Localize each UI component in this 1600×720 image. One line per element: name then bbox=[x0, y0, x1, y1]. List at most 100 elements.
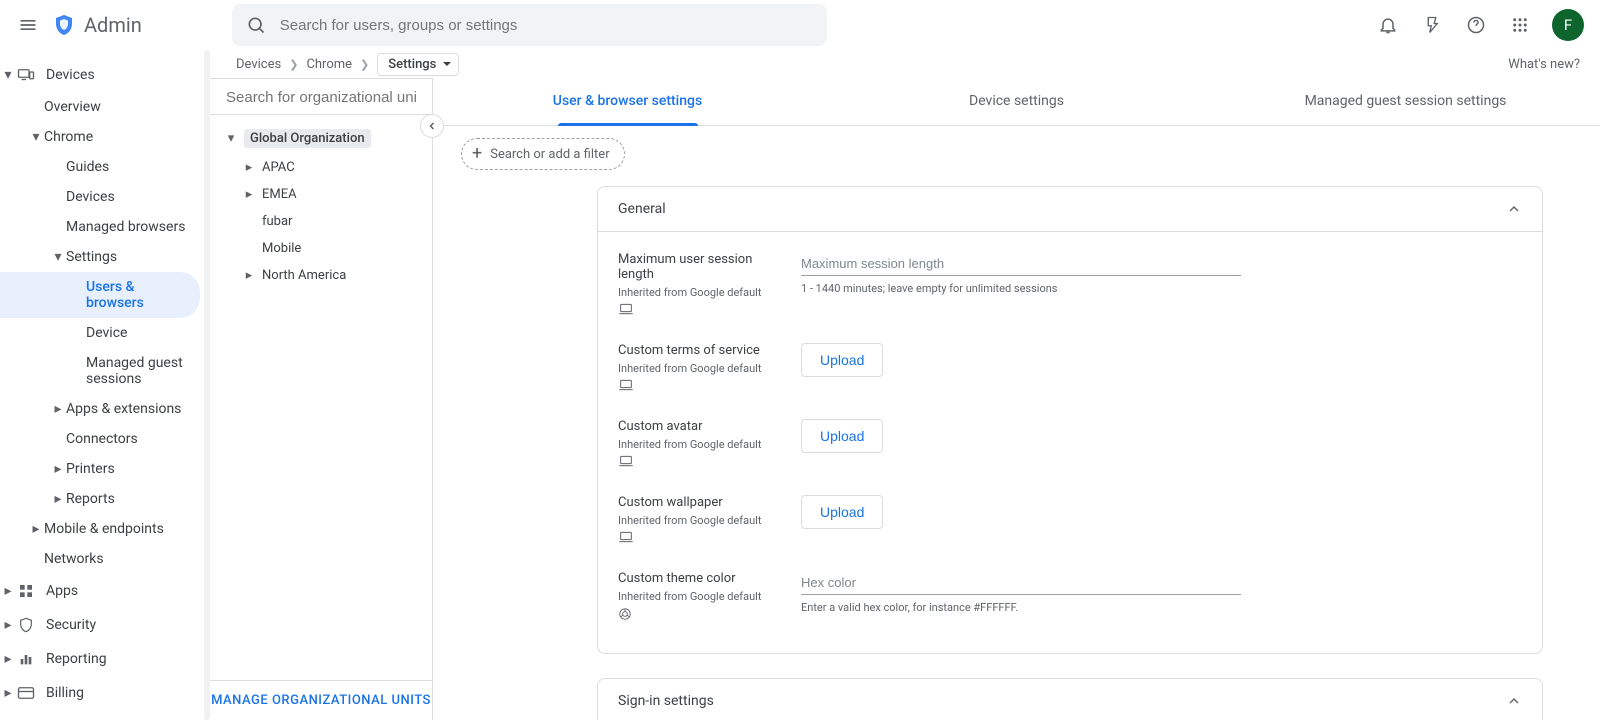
ou-search-input[interactable] bbox=[226, 89, 416, 106]
collapse-panel-button[interactable] bbox=[420, 114, 444, 138]
sidebar-item-chrome[interactable]: ▾Chrome bbox=[0, 122, 210, 152]
sidebar-item-apps-extensions[interactable]: ▸Apps & extensions bbox=[0, 394, 210, 424]
sidebar-item-reporting[interactable]: ▸ Reporting bbox=[0, 642, 210, 676]
sidebar-item-mobile-endpoints[interactable]: ▸Mobile & endpoints bbox=[0, 514, 210, 544]
help-icon[interactable] bbox=[1464, 13, 1488, 37]
search-input[interactable] bbox=[280, 17, 813, 34]
breadcrumb-link-chrome[interactable]: Chrome bbox=[306, 57, 352, 72]
breadcrumb-current[interactable]: Settings bbox=[377, 53, 459, 76]
chevron-up-icon bbox=[1506, 201, 1522, 217]
tab-managed-guest[interactable]: Managed guest session settings bbox=[1211, 78, 1600, 125]
theme-color-input[interactable] bbox=[801, 571, 1241, 595]
notifications-icon[interactable] bbox=[1376, 13, 1400, 37]
caret-down-icon: ▾ bbox=[30, 131, 42, 143]
ou-item-label: fubar bbox=[262, 214, 292, 229]
sidebar-item-managed-browsers[interactable]: Managed browsers bbox=[0, 212, 210, 242]
apps-launcher-icon[interactable] bbox=[1508, 13, 1532, 37]
ou-item-north-america[interactable]: ▸North America bbox=[210, 262, 432, 289]
admin-logo-icon bbox=[52, 13, 76, 37]
breadcrumb-link-devices[interactable]: Devices bbox=[236, 57, 281, 72]
sidebar-item-apps[interactable]: ▸Apps bbox=[0, 574, 210, 608]
setting-custom-wallpaper: Custom wallpaper Inherited from Google d… bbox=[598, 481, 1542, 557]
caret-down-icon: ▾ bbox=[222, 131, 240, 146]
ou-item-apac[interactable]: ▸APAC bbox=[210, 154, 432, 181]
signin-card-title: Sign-in settings bbox=[618, 693, 714, 709]
sidebar-item-label: Settings bbox=[66, 249, 117, 265]
sidebar-item-label: Chrome bbox=[44, 129, 93, 145]
sidebar-item-connectors[interactable]: Connectors bbox=[0, 424, 210, 454]
caret-right-icon: ▸ bbox=[52, 403, 64, 415]
sidebar-item-label: Connectors bbox=[66, 431, 138, 447]
user-avatar[interactable]: F bbox=[1552, 9, 1584, 41]
sidebar-item-guides[interactable]: Guides bbox=[0, 152, 210, 182]
add-filter-chip[interactable]: + Search or add a filter bbox=[461, 138, 625, 170]
sidebar-item-managed-guest-sessions[interactable]: Managed guest sessions bbox=[0, 348, 210, 394]
tos-upload-button[interactable]: Upload bbox=[801, 343, 883, 377]
ou-item-emea[interactable]: ▸EMEA bbox=[210, 181, 432, 208]
menu-icon[interactable] bbox=[16, 13, 40, 37]
chrome-icon bbox=[618, 607, 781, 621]
sidebar-item-reports[interactable]: ▸Reports bbox=[0, 484, 210, 514]
global-search[interactable] bbox=[232, 4, 827, 46]
sidebar-item-label: Overview bbox=[44, 99, 101, 115]
ou-item-label: APAC bbox=[262, 160, 295, 175]
caret-down-icon: ▾ bbox=[52, 251, 64, 263]
nav-sidebar: ▾DevicesOverview▾ChromeGuidesDevicesMana… bbox=[0, 50, 210, 720]
sidebar-item-users-browsers[interactable]: Users & browsers bbox=[0, 272, 200, 318]
sidebar-item-devices[interactable]: Devices bbox=[0, 182, 210, 212]
setting-title: Custom theme color bbox=[618, 571, 781, 586]
tasks-icon[interactable] bbox=[1420, 13, 1444, 37]
general-card-header[interactable]: General bbox=[598, 187, 1542, 232]
sidebar-item-printers[interactable]: ▸Printers bbox=[0, 454, 210, 484]
theme-color-help: Enter a valid hex color, for instance #F… bbox=[801, 601, 1522, 614]
ou-panel: ▾Global Organization▸APAC▸EMEAfubarMobil… bbox=[210, 78, 433, 720]
sidebar-item-devices[interactable]: ▾Devices bbox=[0, 58, 210, 92]
signin-card-header[interactable]: Sign-in settings bbox=[598, 679, 1542, 720]
sidebar-item-billing[interactable]: ▸Billing bbox=[0, 676, 210, 710]
sidebar-item-label: Reporting bbox=[46, 651, 107, 667]
avatar-upload-button[interactable]: Upload bbox=[801, 419, 883, 453]
setting-inherit: Inherited from Google default bbox=[618, 514, 781, 527]
setting-inherit: Inherited from Google default bbox=[618, 286, 781, 299]
tab-device-settings[interactable]: Device settings bbox=[822, 78, 1211, 125]
laptop-icon bbox=[618, 303, 781, 315]
sidebar-item-label: Reports bbox=[66, 491, 115, 507]
sidebar-item-networks[interactable]: Networks bbox=[0, 544, 210, 574]
setting-title: Custom wallpaper bbox=[618, 495, 781, 510]
ou-search bbox=[210, 79, 432, 115]
caret-right-icon: ▸ bbox=[2, 585, 14, 597]
setting-left: Custom wallpaper Inherited from Google d… bbox=[618, 495, 781, 543]
ou-item-fubar[interactable]: fubar bbox=[210, 208, 432, 235]
ou-item-global-organization[interactable]: ▾Global Organization bbox=[210, 123, 432, 154]
caret-right-icon: ▸ bbox=[2, 619, 14, 631]
apps-icon bbox=[16, 581, 36, 601]
max-session-help: 1 - 1440 minutes; leave empty for unlimi… bbox=[801, 282, 1522, 295]
setting-right: Upload bbox=[801, 419, 1522, 453]
whats-new-link[interactable]: What's new? bbox=[1508, 57, 1580, 72]
setting-title: Custom terms of service bbox=[618, 343, 781, 358]
sidebar-item-overview[interactable]: Overview bbox=[0, 92, 210, 122]
admin-logo[interactable]: Admin bbox=[52, 13, 142, 37]
header-actions: F bbox=[1376, 9, 1584, 41]
caret-right-icon: ▸ bbox=[52, 463, 64, 475]
plus-icon: + bbox=[472, 145, 482, 163]
sidebar-item-settings[interactable]: ▾Settings bbox=[0, 242, 210, 272]
reporting-icon bbox=[16, 649, 36, 669]
general-card-body: Maximum user session length Inherited fr… bbox=[598, 232, 1542, 653]
sidebar-item-device[interactable]: Device bbox=[0, 318, 210, 348]
app-header: Admin F bbox=[0, 0, 1600, 50]
ou-item-mobile[interactable]: Mobile bbox=[210, 235, 432, 262]
sidebar-item-label: Managed guest sessions bbox=[86, 355, 202, 387]
caret-right-icon: ▸ bbox=[2, 653, 14, 665]
sidebar-item-security[interactable]: ▸Security bbox=[0, 608, 210, 642]
setting-inherit: Inherited from Google default bbox=[618, 362, 781, 375]
wallpaper-upload-button[interactable]: Upload bbox=[801, 495, 883, 529]
sidebar-item-label: Managed browsers bbox=[66, 219, 185, 235]
caret-right-icon: ▸ bbox=[2, 687, 14, 699]
sidebar-item-label: Printers bbox=[66, 461, 115, 477]
max-session-input[interactable] bbox=[801, 252, 1241, 276]
manage-ou-button[interactable]: MANAGE ORGANIZATIONAL UNITS bbox=[210, 680, 432, 720]
tab-user-browser[interactable]: User & browser settings bbox=[433, 78, 822, 125]
filter-bar: + Search or add a filter bbox=[433, 126, 1600, 186]
caret-right-icon: ▸ bbox=[240, 187, 258, 202]
